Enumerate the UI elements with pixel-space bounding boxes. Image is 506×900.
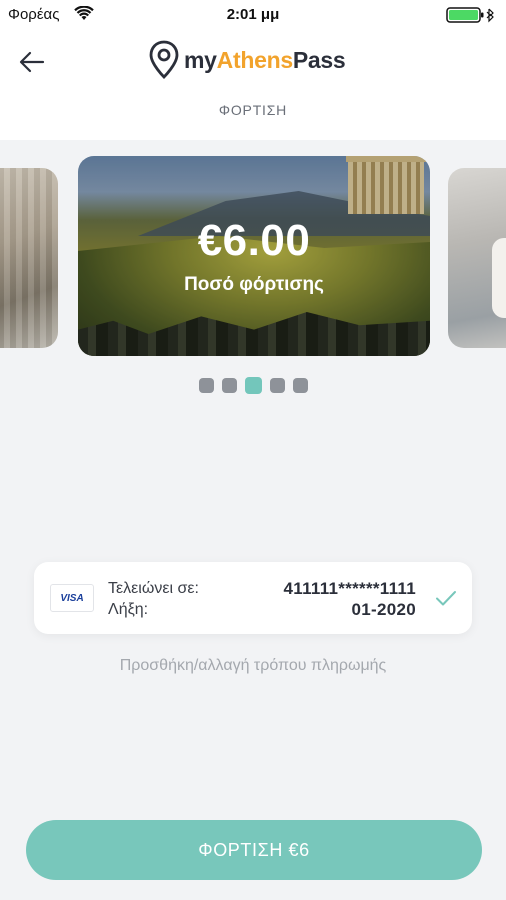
- pagination-dot-active[interactable]: [244, 377, 262, 394]
- pagination-dot[interactable]: [198, 378, 214, 393]
- change-payment-link[interactable]: Προσθήκη/αλλαγή τρόπου πληρωμής: [0, 657, 506, 675]
- carousel-card-previous[interactable]: [0, 168, 58, 348]
- pagination-dot[interactable]: [292, 378, 308, 393]
- page-title: ΦΟΡΤΙΣΗ: [218, 102, 288, 118]
- payment-labels: Τελειώνει σε: Λήξη:: [108, 578, 199, 620]
- card-number: 411111******1111: [283, 579, 416, 598]
- carousel-card-next[interactable]: [448, 168, 506, 348]
- card-ends-label: Τελειώνει σε:: [108, 580, 199, 597]
- card-expiry-label: Λήξη:: [108, 601, 149, 618]
- charge-amount-label: Ποσό φόρτισης: [184, 274, 324, 295]
- battery-icon: [446, 6, 496, 24]
- back-button[interactable]: [14, 44, 50, 80]
- carousel-pagination: [0, 377, 506, 394]
- location-pin-icon: [149, 40, 179, 79]
- charge-button[interactable]: ΦΟΡΤΙΣΗ €6: [26, 820, 482, 880]
- logo-wordmark: myAthensPass: [184, 46, 346, 74]
- payment-values: 411111******1111 01-2020: [284, 578, 416, 620]
- clock: 2:01 μμ: [226, 6, 280, 23]
- payment-method-card[interactable]: VISA Τελειώνει σε: Λήξη: 411111******111…: [34, 562, 472, 634]
- charge-amount: €6.00: [197, 216, 311, 265]
- status-bar: Φορέας 2:01 μμ: [0, 0, 506, 30]
- card-expiry: 01-2020: [351, 600, 416, 619]
- amount-carousel[interactable]: €6.00 Ποσό φόρτισης: [0, 140, 506, 410]
- visa-logo: VISA: [50, 584, 94, 612]
- logo-my: my: [184, 46, 217, 73]
- app-logo: myAthensPass: [148, 38, 368, 82]
- pagination-dot[interactable]: [221, 378, 237, 393]
- check-icon: [436, 591, 456, 606]
- carousel-card-current[interactable]: €6.00 Ποσό φόρτισης: [78, 156, 430, 356]
- pagination-dot[interactable]: [269, 378, 285, 393]
- logo-pass: Pass: [292, 46, 346, 73]
- arrow-left-icon: [19, 51, 45, 73]
- logo-athens: Athens: [216, 46, 293, 73]
